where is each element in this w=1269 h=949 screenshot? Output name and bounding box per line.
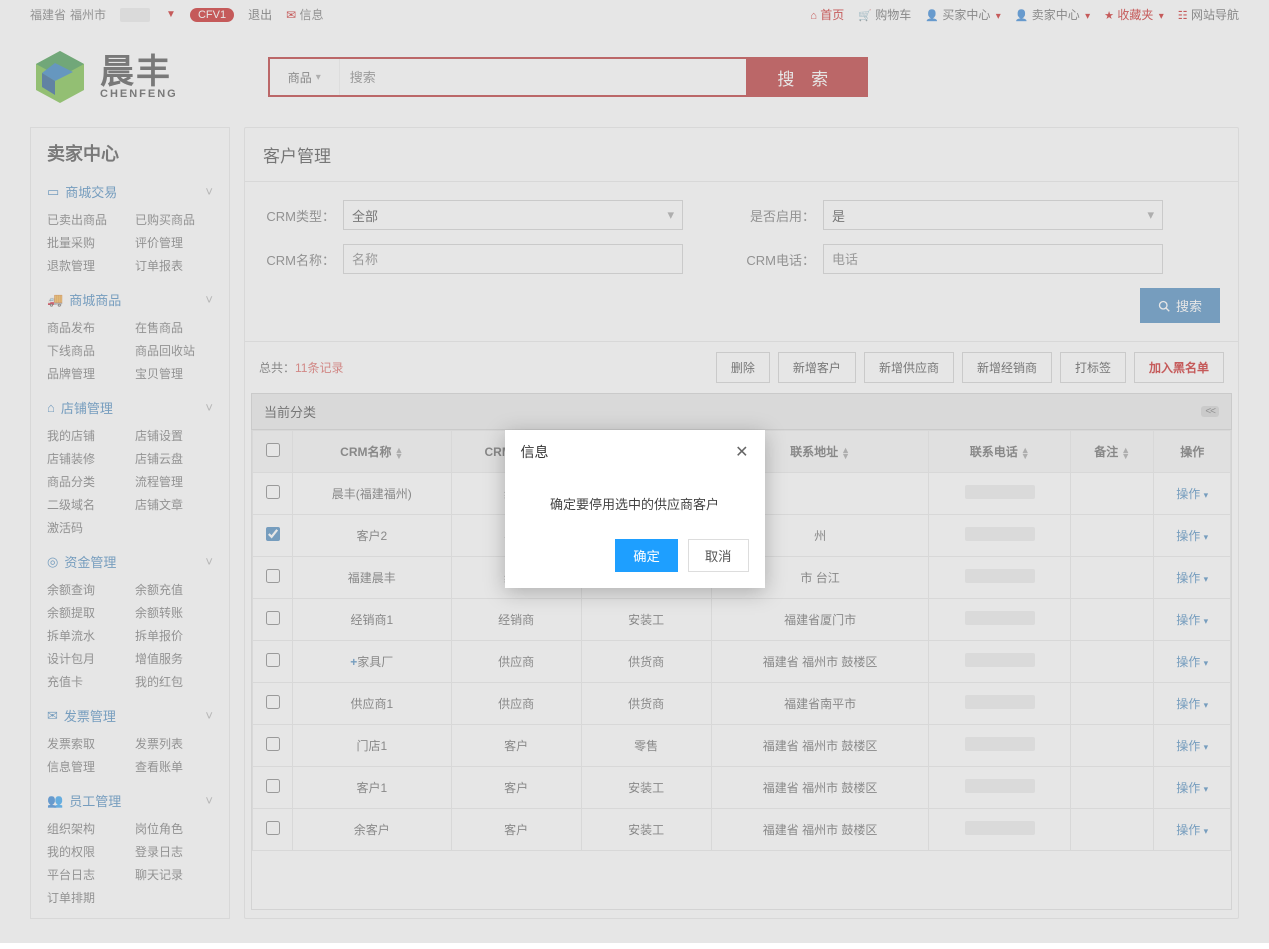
- modal-cancel-button[interactable]: 取消: [688, 539, 749, 572]
- modal-title: 信息: [521, 442, 549, 462]
- modal-close-button[interactable]: ✕: [735, 442, 748, 462]
- modal-message: 确定要停用选中的供应商客户: [505, 474, 765, 539]
- confirm-modal: 信息 ✕ 确定要停用选中的供应商客户 确定 取消: [505, 430, 765, 588]
- modal-ok-button[interactable]: 确定: [615, 539, 678, 572]
